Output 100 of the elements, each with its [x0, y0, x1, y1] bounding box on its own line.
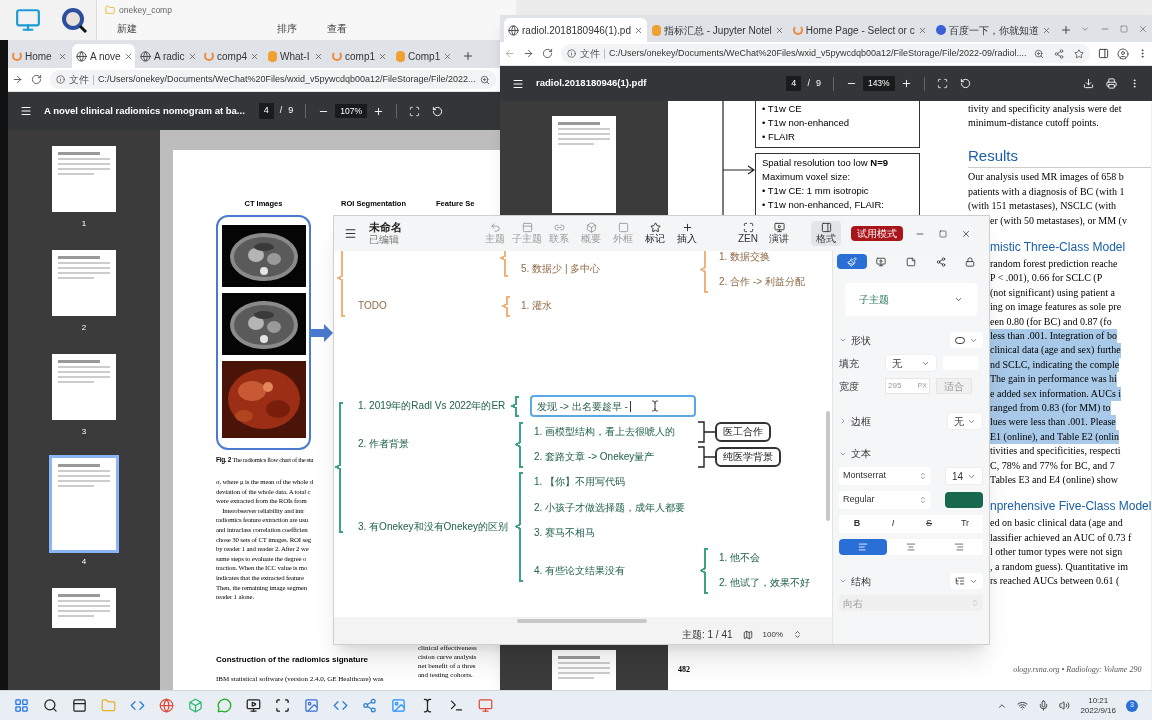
browser-tab[interactable]: 指标汇总 - Jupyter Notel [648, 18, 788, 42]
address-field[interactable]: 文件 C:/Users/onekey/Documents/WeChat%20Files/wxid_v5pywcdqb00a12/FileStorage/File/2022... [50, 70, 496, 89]
browser-tab[interactable]: What-I [264, 44, 327, 68]
topic-label[interactable]: 1. 2019年的Radl Vs 2022年的ER [358, 399, 506, 413]
page-thumbnail[interactable] [552, 650, 616, 690]
topic-label[interactable]: 1. 画模型结构，看上去很唬人的 [534, 425, 676, 439]
zoom-level[interactable]: 100% [762, 628, 783, 641]
task-view-icon[interactable] [72, 698, 87, 713]
text-color-swatch[interactable] [945, 492, 983, 508]
close-icon[interactable] [378, 51, 387, 61]
zoom-in-icon[interactable] [900, 78, 912, 89]
topic-label[interactable]: 2. 小孩子才做选择题，成年人都要 [534, 501, 686, 515]
address-field[interactable]: 文件 C:/Users/onekey/Documents/WeChat%20Files/wxid_v5pywcdqb00a12/FileStorage/File/2022-09/radiol.... [561, 44, 1090, 63]
browser-tab[interactable]: A nove [72, 44, 135, 68]
trial-mode-button[interactable]: 试用模式 [851, 226, 903, 241]
forward-icon[interactable] [523, 48, 534, 59]
browser-tab[interactable]: comp4 [200, 44, 263, 68]
browser-tab[interactable]: comp1 [328, 44, 391, 68]
page-thumbnail[interactable] [552, 116, 616, 213]
shape-dropdown[interactable] [950, 332, 983, 348]
menu-icon[interactable] [512, 77, 524, 90]
topic-label[interactable]: 5. 数据少 | 多中心 [521, 262, 601, 276]
back-icon[interactable] [504, 48, 515, 59]
forward-icon[interactable] [12, 74, 23, 85]
profile-icon[interactable] [1117, 47, 1129, 60]
clock[interactable]: 10:21 2022/9/16 [1080, 695, 1116, 716]
computer-icon[interactable] [15, 7, 41, 33]
fit-page-icon[interactable] [409, 105, 421, 117]
app-icon[interactable] [61, 7, 87, 33]
topic-label[interactable]: 4. 有些论文结果没有 [534, 564, 626, 578]
side-panel-icon[interactable] [1098, 48, 1109, 59]
share-icon[interactable] [1054, 48, 1064, 59]
topic-label[interactable]: 1. 他不会 [719, 551, 761, 565]
fit-page-icon[interactable] [936, 78, 948, 89]
close-icon[interactable] [187, 51, 197, 61]
style-dropdown[interactable]: 子主题 [845, 283, 977, 316]
page-field[interactable]: 4 [258, 103, 274, 119]
zoom-in-icon[interactable] [373, 105, 385, 117]
font-dropdown[interactable]: Montserrat [839, 467, 931, 485]
new-tab-icon[interactable] [462, 50, 474, 62]
view-button[interactable]: 格式 [811, 221, 841, 246]
close-icon[interactable] [314, 51, 323, 61]
border-dropdown[interactable]: 无 [947, 412, 983, 430]
close-icon[interactable] [961, 228, 971, 239]
browser-tab[interactable]: Home Page - Select or c [788, 18, 931, 42]
topic-label[interactable]: 2. 作者背景 [358, 437, 410, 451]
weight-dropdown[interactable]: Regular [839, 491, 931, 509]
page-thumbnail[interactable] [52, 250, 116, 316]
topic-label[interactable]: 2. 合作 -> 利益分配 [719, 275, 805, 289]
microphone-icon[interactable] [1038, 700, 1050, 711]
topic-label[interactable]: 3. 有Onekey和没有Onekey的区别 [358, 520, 509, 534]
maximize-icon[interactable] [939, 229, 947, 238]
browser-tab[interactable]: 百度一下，你就知道 [931, 18, 1055, 42]
view-button[interactable]: ZEN [733, 221, 763, 246]
bookmark-star-icon[interactable] [1074, 48, 1084, 59]
vertical-scrollbar[interactable] [826, 411, 830, 521]
chat-icon[interactable] [217, 698, 232, 713]
text-style-button[interactable]: B [839, 517, 875, 531]
close-icon[interactable] [917, 25, 927, 35]
close-icon[interactable] [634, 25, 643, 35]
photos-icon[interactable] [391, 698, 406, 713]
browser-tab[interactable]: Home [8, 44, 71, 68]
page-thumbnail[interactable] [52, 588, 116, 628]
recorder-icon[interactable] [246, 698, 261, 713]
share-icon[interactable] [362, 698, 377, 713]
page-field[interactable]: 4 [786, 75, 802, 92]
text-style-button[interactable]: Tr [947, 517, 983, 531]
rotate-icon[interactable] [432, 105, 444, 117]
rotate-icon[interactable] [959, 78, 971, 89]
image-icon[interactable] [304, 698, 319, 713]
volume-icon[interactable] [1059, 700, 1071, 711]
map-icon[interactable] [742, 629, 753, 640]
zoom-stepper-icon[interactable] [793, 630, 802, 639]
page-thumbnail[interactable] [52, 146, 116, 212]
topic-label[interactable]: 2. 套路文章 -> Onekey量产 [534, 450, 655, 464]
reload-icon[interactable] [31, 74, 42, 85]
chevron-icon[interactable] [839, 417, 847, 425]
page-thumbnail[interactable] [52, 354, 116, 420]
topic-label[interactable]: TODO [358, 299, 387, 313]
topic-label[interactable]: 1. 数据交换 [719, 251, 771, 264]
size-dropdown[interactable]: 14 [945, 467, 983, 485]
zoom-icon[interactable] [1034, 48, 1044, 59]
close-icon[interactable] [774, 25, 784, 35]
browser-tab[interactable]: Comp1 [392, 44, 455, 68]
code-editor-icon[interactable] [130, 698, 145, 713]
close-icon[interactable] [250, 51, 259, 61]
search-icon[interactable] [43, 698, 58, 713]
chevron-icon[interactable] [839, 577, 847, 585]
close-icon[interactable] [443, 51, 453, 61]
toolbar-button[interactable]: 新建 [117, 20, 137, 36]
close-icon[interactable] [1138, 23, 1148, 34]
toolbar-button[interactable]: 排序 [277, 20, 297, 36]
code-icon[interactable] [333, 698, 348, 713]
chevron-icon[interactable] [839, 336, 847, 344]
browser-icon[interactable] [159, 698, 174, 713]
print-icon[interactable] [1106, 78, 1117, 89]
browser-tab[interactable]: radiol.2018180946(1).pd [504, 18, 647, 42]
start-icon[interactable] [14, 698, 29, 713]
network-icon[interactable] [1017, 700, 1029, 711]
brush-icon[interactable] [837, 254, 867, 269]
